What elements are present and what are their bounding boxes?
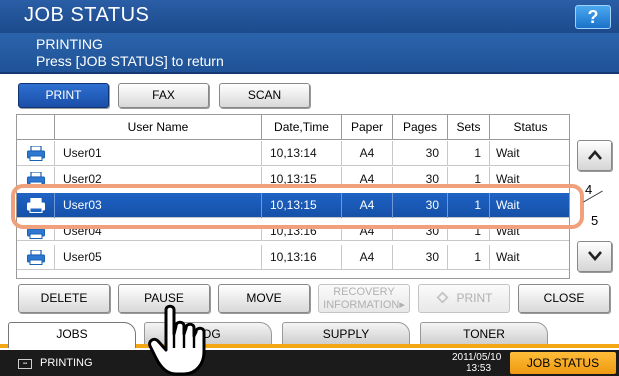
status-printing-icon: ▪▪: [18, 359, 32, 369]
column-paper: Paper: [342, 115, 393, 140]
page-title: JOB STATUS: [24, 4, 150, 26]
cell-pages: 30: [393, 141, 448, 166]
move-button[interactable]: MOVE: [218, 284, 310, 313]
cell-sets: 1: [448, 141, 490, 166]
scroll-up-button[interactable]: [577, 140, 612, 171]
row-icon-cell: [17, 245, 55, 270]
column-status: Status: [513, 120, 548, 134]
message-instruction: Press [JOB STATUS] to return: [36, 53, 224, 69]
cell-paper: A4: [342, 245, 393, 270]
tab-toner[interactable]: TONER: [420, 322, 548, 344]
scroll-down-icon: [587, 251, 602, 261]
cell-pages: 30: [393, 245, 448, 270]
cell-user: User01: [55, 141, 262, 166]
column-user-name: User Name: [55, 115, 262, 140]
table-row[interactable]: User01 10,13:14 A4 30 1 Wait: [17, 141, 569, 166]
column-date-time: Date,Time: [262, 115, 342, 140]
tab-print[interactable]: PRINT: [18, 83, 109, 108]
cell-sets: 1: [448, 245, 490, 270]
scroll-up-icon: [587, 150, 602, 160]
tab-fax[interactable]: FAX: [118, 83, 209, 108]
recovery-label-line1: RECOVERY: [333, 286, 395, 298]
cell-status: Wait: [496, 146, 520, 160]
title-bar: JOB STATUS ?: [0, 0, 619, 33]
job-status-button[interactable]: JOB STATUS: [510, 352, 616, 374]
page-current: 4: [585, 182, 593, 197]
status-date: 2011/05/10: [452, 352, 502, 363]
column-pages: Pages: [393, 115, 448, 140]
selection-highlight-ring: [11, 184, 584, 229]
table-row[interactable]: User04 10,13:16 A4 30 1 Wait: [17, 228, 569, 241]
printer-icon: [27, 146, 45, 161]
print-diamond-icon: [436, 291, 448, 304]
cell-user: User05: [55, 245, 262, 270]
printer-icon: [27, 250, 45, 265]
column-sets: Sets: [448, 115, 490, 140]
help-button[interactable]: ?: [575, 5, 611, 29]
cell-paper: A4: [342, 141, 393, 166]
status-time: 13:53: [466, 363, 492, 374]
job-status-screen: JOB STATUS ? PRINTING Press [JOB STATUS]…: [0, 0, 619, 376]
print-label: PRINT: [456, 291, 493, 305]
row-icon-cell: [17, 228, 55, 240]
table-header: User Name Date,Time Paper Pages Sets Sta…: [17, 115, 569, 140]
column-icon: [17, 115, 55, 140]
arrow-right-icon: ▸: [399, 299, 405, 311]
cell-status: Wait: [496, 250, 520, 264]
close-button[interactable]: CLOSE: [518, 284, 610, 313]
message-area: PRINTING Press [JOB STATUS] to return: [0, 33, 619, 74]
cell-sets: 1: [448, 228, 490, 240]
cell-pages: 30: [393, 228, 448, 240]
recovery-information-button[interactable]: RECOVERY INFORMATION▸: [318, 284, 410, 313]
cell-paper: A4: [342, 228, 393, 240]
message-status: PRINTING: [36, 36, 103, 52]
tab-jobs[interactable]: JOBS: [8, 322, 136, 348]
printer-icon: [27, 228, 45, 239]
scroll-down-button[interactable]: [577, 241, 612, 272]
table-row[interactable]: User05 10,13:16 A4 30 1 Wait: [17, 245, 569, 270]
cell-status: Wait: [496, 228, 520, 238]
cell-datetime: 10,13:16: [262, 228, 342, 240]
print-button[interactable]: PRINT: [418, 284, 510, 313]
hand-cursor-icon: [148, 304, 206, 376]
delete-button[interactable]: DELETE: [18, 284, 110, 313]
recovery-label-line2: INFORMATION: [323, 299, 400, 311]
tab-supply[interactable]: SUPPLY: [282, 322, 410, 344]
page-total: 5: [591, 213, 599, 228]
status-text: PRINTING: [40, 357, 93, 369]
tab-scan[interactable]: SCAN: [219, 83, 310, 108]
cell-datetime: 10,13:16: [262, 245, 342, 270]
row-icon-cell: [17, 141, 55, 166]
cell-datetime: 10,13:14: [262, 141, 342, 166]
cell-user: User04: [55, 228, 262, 240]
status-bar: ▪▪ PRINTING 2011/05/10 13:53 JOB STATUS: [0, 350, 619, 376]
